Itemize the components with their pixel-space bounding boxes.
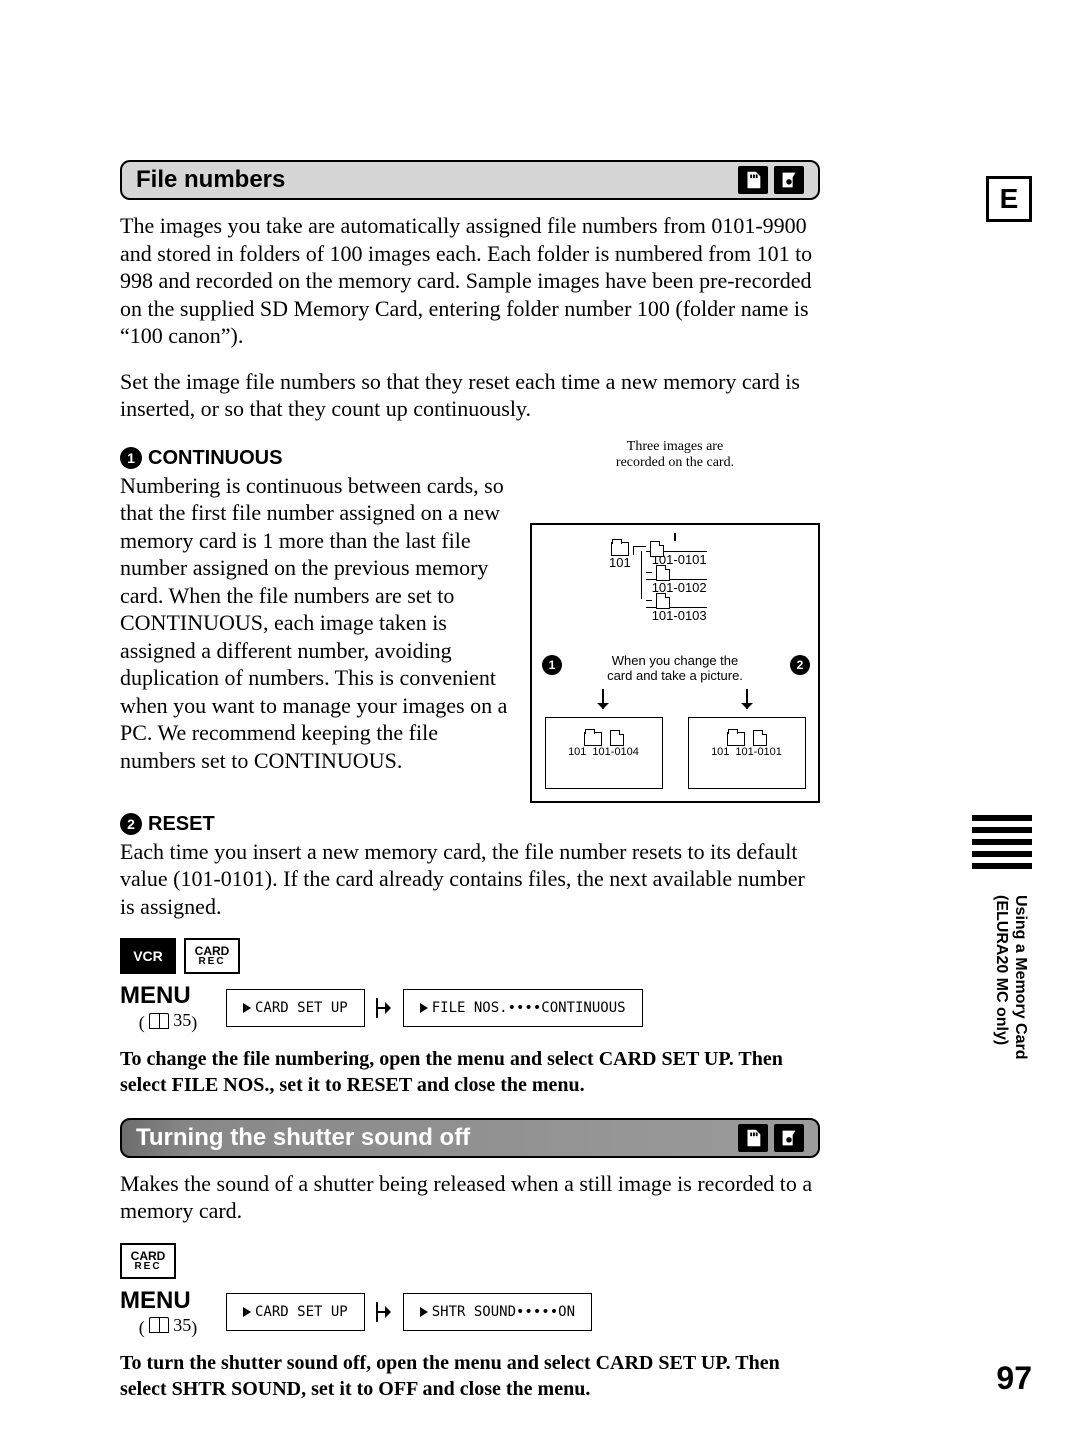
mode-indicator-row-2: CARD REC — [120, 1243, 820, 1279]
page-number: 97 — [996, 1360, 1032, 1397]
mode-vcr: VCR — [120, 938, 176, 974]
section-icons — [738, 166, 804, 194]
option-text-reset: Each time you insert a new memory card, … — [120, 838, 820, 921]
side-section-label: Using a Memory Card(ELURA20 MC only) — [992, 895, 1030, 1150]
mode-indicator-row: VCR CARD REC — [120, 938, 820, 974]
mode-card-rec: CARD REC — [120, 1243, 176, 1279]
file-number-diagram: 101 101-0101 101-0102 101-0103 1 — [530, 523, 820, 803]
diagram-caption: Three images are recorded on the card. — [575, 439, 775, 471]
page-ref: 35 — [149, 1315, 191, 1336]
section-header-shutter-sound: Turning the shutter sound off — [120, 1118, 820, 1158]
diagram-marker-1: 1 — [542, 655, 562, 675]
sd-card-icon — [738, 1124, 768, 1152]
section-header-file-numbers: File numbers — [120, 160, 820, 200]
menu-path-row-2: MENU ( 35) CARD SET UP SHTR SOUND•••••ON — [120, 1287, 820, 1339]
file-icon — [656, 593, 670, 609]
mode-card-rec: CARD REC — [184, 938, 240, 974]
instruction-file-numbers: To change the file numbering, open the m… — [120, 1046, 820, 1098]
section-icons — [738, 1124, 804, 1152]
file-label: 101-0103 — [646, 607, 707, 623]
file-icon — [610, 730, 624, 746]
menu-box-shtr-sound: SHTR SOUND•••••ON — [403, 1293, 592, 1331]
side-index-bars — [972, 815, 1032, 875]
menu-label: MENU ( 35) — [120, 1287, 216, 1339]
shutter-paragraph: Makes the sound of a shutter being relea… — [120, 1170, 820, 1225]
folder-icon — [584, 732, 602, 746]
language-box: E — [986, 176, 1032, 222]
book-icon — [149, 1317, 169, 1333]
diagram-card-reset: 101 101-0101 — [688, 717, 806, 789]
file-icon — [753, 730, 767, 746]
file-icon — [650, 541, 664, 557]
folder-icon — [611, 542, 629, 556]
menu-box-file-nos: FILE NOS.••••CONTINUOUS — [403, 989, 643, 1027]
option-number-2: 2 — [120, 813, 142, 835]
intro-paragraph-2: Set the image file numbers so that they … — [120, 368, 820, 423]
option-title-continuous: CONTINUOUS — [148, 447, 282, 470]
option-heading-continuous: 1 CONTINUOUS — [120, 447, 512, 470]
section-title: Turning the shutter sound off — [136, 1124, 470, 1152]
option-title-reset: RESET — [148, 813, 215, 836]
memory-card-icon — [774, 166, 804, 194]
file-icon — [656, 565, 670, 581]
menu-path-row: MENU ( 35) CARD SET UP FILE NOS.••••CONT… — [120, 982, 820, 1034]
intro-paragraph-1: The images you take are automatically as… — [120, 212, 820, 350]
menu-arrow-icon — [375, 1300, 393, 1324]
option-text-continuous: Numbering is continuous between cards, s… — [120, 472, 512, 775]
menu-label: MENU ( 35) — [120, 982, 216, 1034]
page-ref: 35 — [149, 1010, 191, 1031]
book-icon — [149, 1013, 169, 1029]
diagram-marker-2: 2 — [790, 655, 810, 675]
option-heading-reset: 2 RESET — [120, 813, 820, 836]
diagram-card-continuous: 101 101-0104 — [545, 717, 663, 789]
memory-card-icon — [774, 1124, 804, 1152]
menu-arrow-icon — [375, 996, 393, 1020]
menu-box-card-setup: CARD SET UP — [226, 1293, 365, 1331]
diagram-mid-text: When you change the card and take a pict… — [585, 653, 765, 683]
section-title: File numbers — [136, 166, 285, 194]
sd-card-icon — [738, 166, 768, 194]
menu-box-card-setup: CARD SET UP — [226, 989, 365, 1027]
option-number-1: 1 — [120, 447, 142, 469]
folder-icon — [727, 732, 745, 746]
instruction-shutter-sound: To turn the shutter sound off, open the … — [120, 1350, 820, 1402]
folder-label: 101 — [609, 555, 631, 623]
